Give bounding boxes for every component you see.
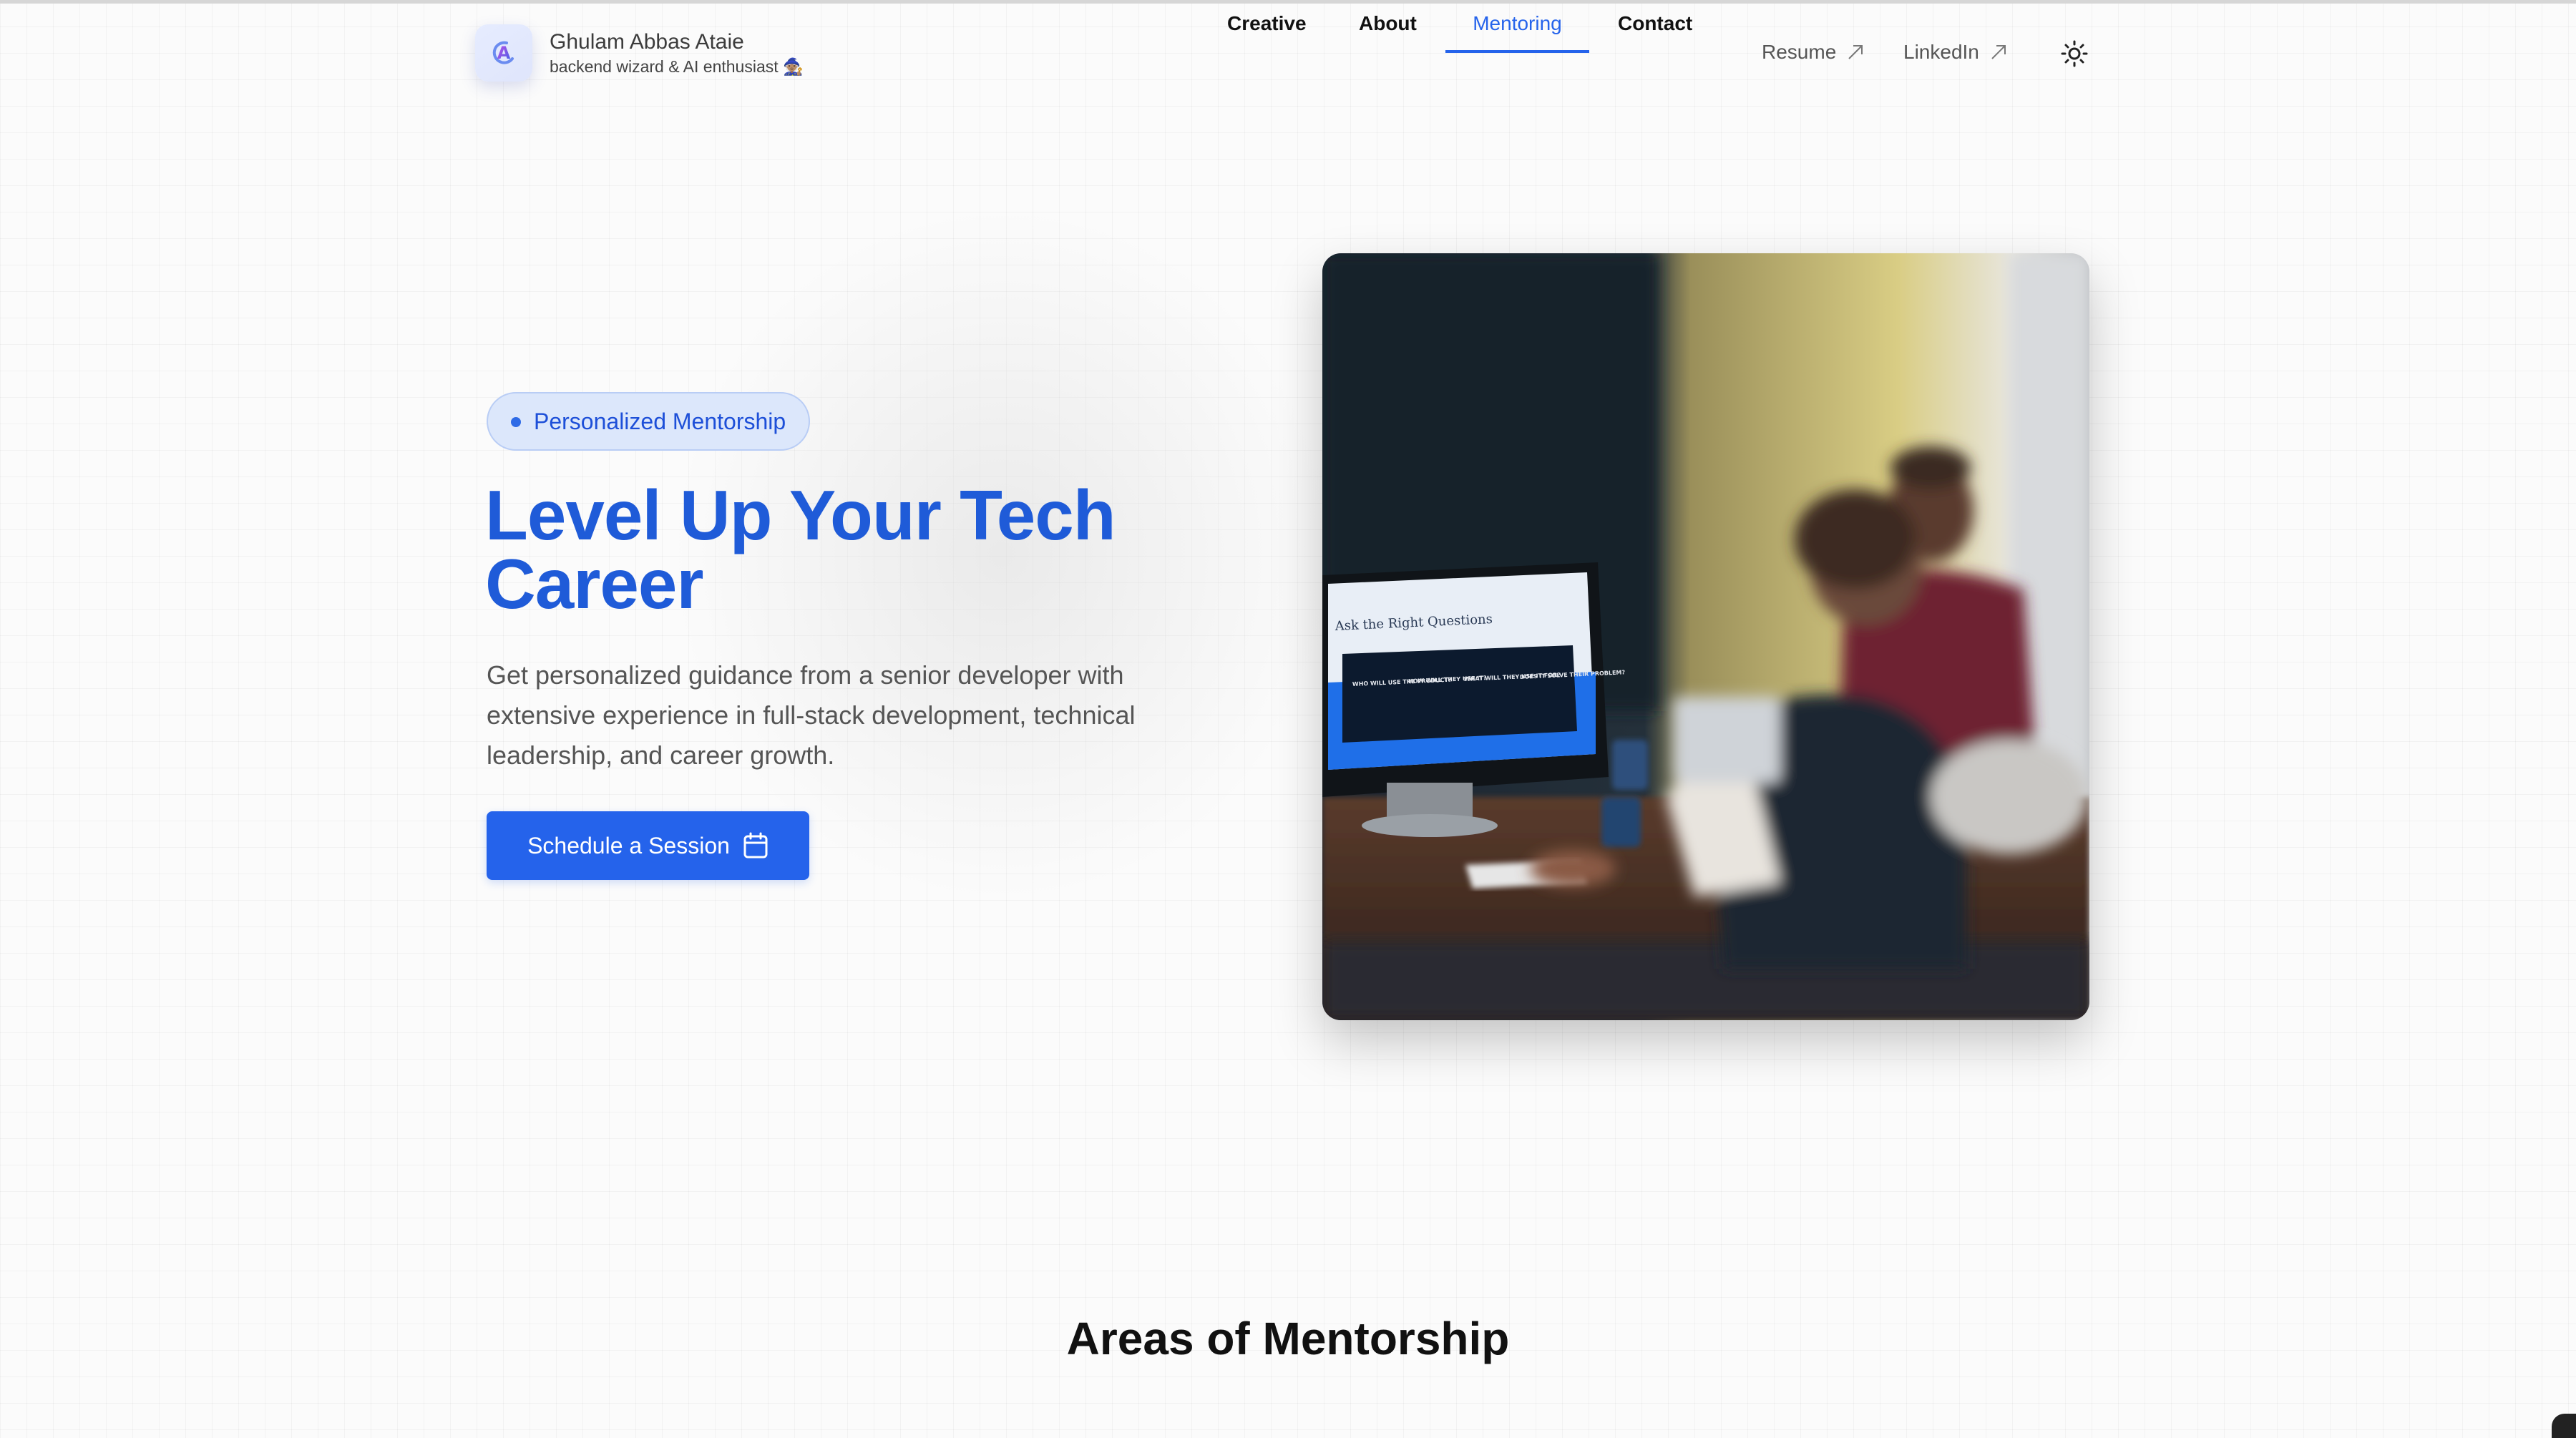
- arrow-up-right-icon: [1991, 45, 2006, 59]
- schedule-session-button[interactable]: Schedule a Session: [487, 811, 809, 880]
- logo-letter: A: [497, 43, 511, 63]
- logo[interactable]: A: [475, 24, 532, 82]
- floating-widget-button[interactable]: [2552, 1414, 2576, 1438]
- linkedin-link[interactable]: LinkedIn: [1903, 29, 2008, 76]
- hero-title: Level Up Your Tech Career: [485, 476, 1116, 623]
- nav-creative[interactable]: Creative: [1227, 0, 1307, 53]
- calendar-icon: [743, 832, 768, 859]
- nav-active-indicator: [1445, 50, 1589, 53]
- site-tagline: backend wizard & AI enthusiast 🧙🏽: [550, 57, 804, 76]
- badge-dot-icon: [511, 417, 521, 427]
- nav-about[interactable]: About: [1359, 0, 1417, 53]
- theme-toggle-button[interactable]: [2061, 40, 2088, 67]
- nav-mentoring[interactable]: Mentoring: [1445, 0, 1589, 53]
- sun-icon: [2061, 40, 2088, 67]
- hero-image: Ask the Right Questions WHO WILL USE THE…: [1322, 253, 2089, 1020]
- hero-description: Get personalized guidance from a senior …: [487, 660, 1136, 770]
- hero-badge: Personalized Mentorship: [487, 392, 811, 451]
- nav-contact[interactable]: Contact: [1618, 0, 1692, 53]
- brand[interactable]: A Ghulam Abbas Ataie backend wizard & AI…: [475, 24, 804, 82]
- resume-link[interactable]: Resume: [1762, 29, 1865, 76]
- section-title: Areas of Mentorship: [1066, 1313, 1510, 1364]
- logo-mark-icon: A: [492, 41, 514, 64]
- mentoring-photo: Ask the Right Questions WHO WILL USE THE…: [1322, 253, 2089, 1020]
- site-owner-name: Ghulam Abbas Ataie: [550, 30, 744, 54]
- arrow-up-right-icon: [1848, 45, 1863, 59]
